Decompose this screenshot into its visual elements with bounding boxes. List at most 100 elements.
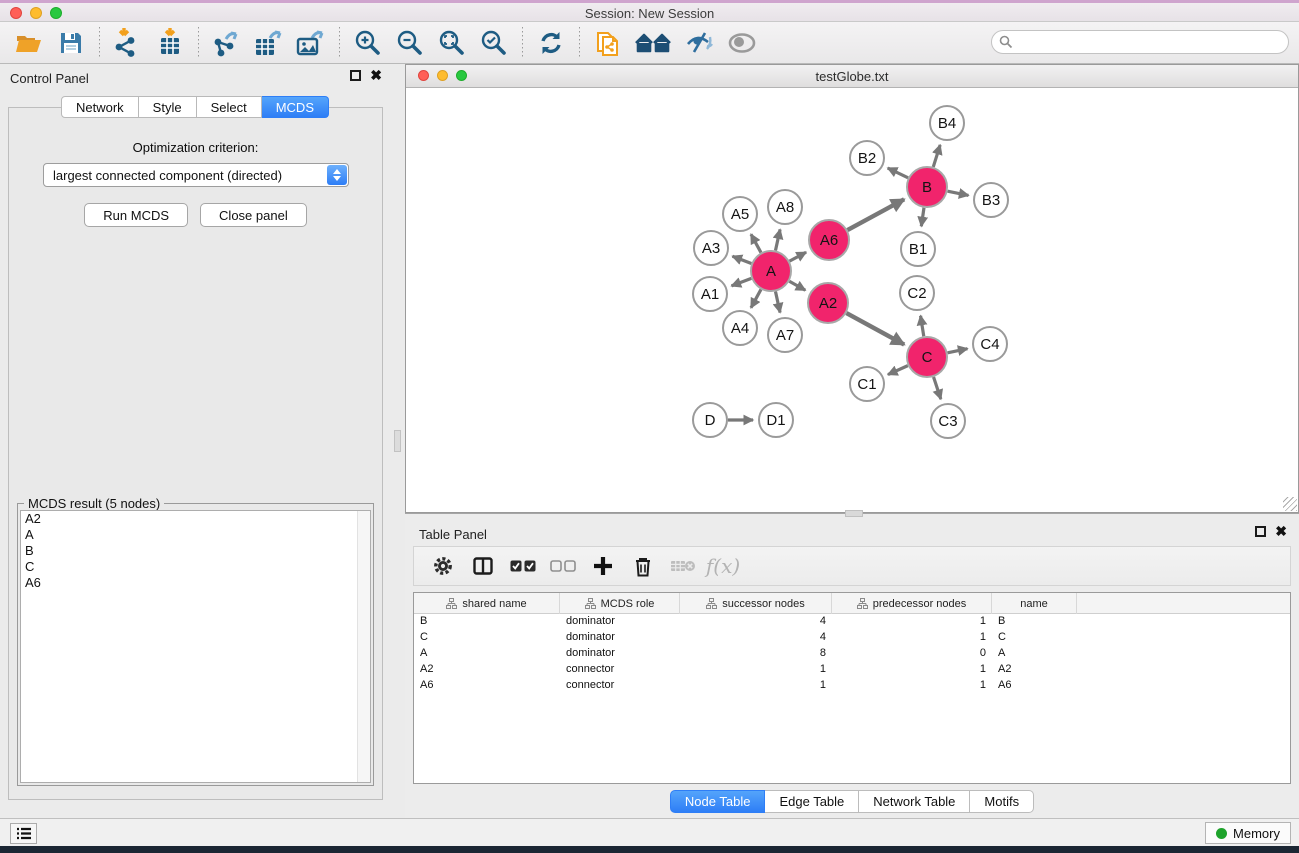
graph-edge-B-B3[interactable] (948, 191, 969, 195)
table-cell[interactable]: dominator (560, 614, 680, 630)
tab-style[interactable]: Style (139, 96, 197, 118)
select-all-icon[interactable] (506, 551, 540, 581)
vertical-splitter[interactable] (390, 64, 405, 818)
table-header-row[interactable]: shared name MCDS role successor nodes pr… (414, 593, 1290, 614)
delete-column-icon[interactable] (626, 551, 660, 581)
graph-edge-B-B4[interactable] (933, 145, 940, 167)
run-mcds-button[interactable]: Run MCDS (84, 203, 188, 227)
table-cell[interactable]: C (414, 630, 560, 646)
graph-edge-B-B2[interactable] (888, 168, 908, 178)
gear-icon[interactable] (426, 551, 460, 581)
table-cell[interactable]: A2 (414, 662, 560, 678)
column-header-name[interactable]: name (992, 593, 1077, 614)
export-image-icon[interactable] (293, 26, 329, 60)
horizontal-splitter[interactable] (405, 513, 1299, 520)
table-cell[interactable]: A6 (414, 678, 560, 694)
mcds-result-item[interactable]: B (21, 543, 370, 559)
table-cell[interactable]: connector (560, 662, 680, 678)
table-cell[interactable]: 1 (680, 662, 832, 678)
tab-network[interactable]: Network (61, 96, 139, 118)
graph-edge-C-C4[interactable] (948, 349, 968, 353)
graph-edge-C-C2[interactable] (921, 316, 924, 337)
table-cell[interactable]: A2 (992, 662, 1077, 678)
column-header-predecessor-nodes[interactable]: predecessor nodes (832, 593, 992, 614)
table-cell[interactable]: 1 (832, 614, 992, 630)
import-table-icon[interactable] (152, 26, 188, 60)
tab-node-table[interactable]: Node Table (670, 790, 766, 813)
table-cell[interactable]: B (414, 614, 560, 630)
mcds-result-item[interactable]: A2 (21, 511, 370, 527)
float-panel-icon[interactable] (1255, 526, 1266, 537)
optimization-criterion-select[interactable]: largest connected component (directed) (43, 163, 349, 187)
tab-motifs[interactable]: Motifs (970, 790, 1034, 813)
window-resize-grip[interactable] (1283, 497, 1297, 511)
first-neighbors-icon[interactable] (632, 26, 676, 60)
table-cell[interactable]: A (414, 646, 560, 662)
table-cell[interactable]: 1 (832, 678, 992, 694)
table-cell[interactable]: 0 (832, 646, 992, 662)
task-history-button[interactable] (10, 823, 37, 844)
graph-edge-A-A4[interactable] (751, 289, 761, 307)
graph-edge-A6-B[interactable] (847, 199, 904, 230)
function-builder-icon[interactable]: f(x) (706, 551, 740, 581)
splitter-handle[interactable] (394, 430, 401, 452)
open-session-icon[interactable] (11, 26, 47, 60)
graph-edge-A-A5[interactable] (751, 234, 761, 252)
node-table[interactable]: shared name MCDS role successor nodes pr… (413, 592, 1291, 784)
table-row[interactable]: A6connector11A6 (414, 678, 1290, 694)
memory-button[interactable]: Memory (1205, 822, 1291, 844)
close-panel-icon[interactable]: ✖ (370, 70, 382, 81)
graph-edge-A-A7[interactable] (775, 292, 780, 313)
deselect-all-icon[interactable] (546, 551, 580, 581)
table-cell[interactable]: C (992, 630, 1077, 646)
graph-edge-A-A1[interactable] (732, 278, 752, 285)
table-row[interactable]: Adominator80A (414, 646, 1290, 662)
table-row[interactable]: A2connector11A2 (414, 662, 1290, 678)
close-panel-icon[interactable]: ✖ (1275, 526, 1287, 537)
network-canvas[interactable]: AA1A2A3A4A5A6A7A8BB1B2B3B4CC1C2C3C4DD1 (407, 89, 1297, 512)
tab-network-table[interactable]: Network Table (859, 790, 970, 813)
add-column-icon[interactable] (586, 551, 620, 581)
table-cell[interactable]: 1 (680, 678, 832, 694)
table-cell[interactable]: A (992, 646, 1077, 662)
columns-icon[interactable] (466, 551, 500, 581)
graph-edge-A2-C[interactable] (846, 313, 904, 344)
graph-edge-C-C3[interactable] (934, 377, 941, 399)
mcds-result-item[interactable]: A (21, 527, 370, 543)
close-panel-button[interactable]: Close panel (200, 203, 307, 227)
zoom-selected-icon[interactable] (476, 26, 512, 60)
save-session-icon[interactable] (53, 26, 89, 60)
float-panel-icon[interactable] (350, 70, 361, 81)
search-input[interactable] (991, 30, 1289, 54)
table-cell[interactable]: 1 (832, 662, 992, 678)
table-cell[interactable]: 1 (832, 630, 992, 646)
column-header-MCDS-role[interactable]: MCDS role (560, 593, 680, 614)
mcds-result-item[interactable]: C (21, 559, 370, 575)
graph-edge-A-A2[interactable] (789, 281, 805, 290)
table-cell[interactable]: dominator (560, 646, 680, 662)
table-body[interactable]: Bdominator41BCdominator41CAdominator80AA… (414, 614, 1290, 694)
table-cell[interactable]: connector (560, 678, 680, 694)
graph-edge-B-B1[interactable] (921, 208, 924, 226)
export-table-icon[interactable] (251, 26, 287, 60)
mcds-result-item[interactable]: A6 (21, 575, 370, 591)
tab-select[interactable]: Select (197, 96, 262, 118)
refresh-icon[interactable] (533, 26, 569, 60)
table-cell[interactable]: 4 (680, 614, 832, 630)
graph-edge-A-A3[interactable] (732, 256, 751, 263)
tab-mcds[interactable]: MCDS (262, 96, 329, 118)
import-network-icon[interactable] (110, 26, 146, 60)
table-cell[interactable]: 4 (680, 630, 832, 646)
zoom-fit-icon[interactable] (434, 26, 470, 60)
mcds-result-list[interactable]: A2ABCA6 (20, 510, 371, 783)
delete-table-icon[interactable] (666, 551, 700, 581)
zoom-in-icon[interactable] (350, 26, 386, 60)
export-network-icon[interactable] (209, 26, 245, 60)
table-cell[interactable]: 8 (680, 646, 832, 662)
tab-edge-table[interactable]: Edge Table (765, 790, 859, 813)
zoom-out-icon[interactable] (392, 26, 428, 60)
table-cell[interactable]: B (992, 614, 1077, 630)
clone-network-icon[interactable] (590, 26, 626, 60)
column-header-shared-name[interactable]: shared name (414, 593, 560, 614)
hide-selected-icon[interactable] (682, 26, 718, 60)
